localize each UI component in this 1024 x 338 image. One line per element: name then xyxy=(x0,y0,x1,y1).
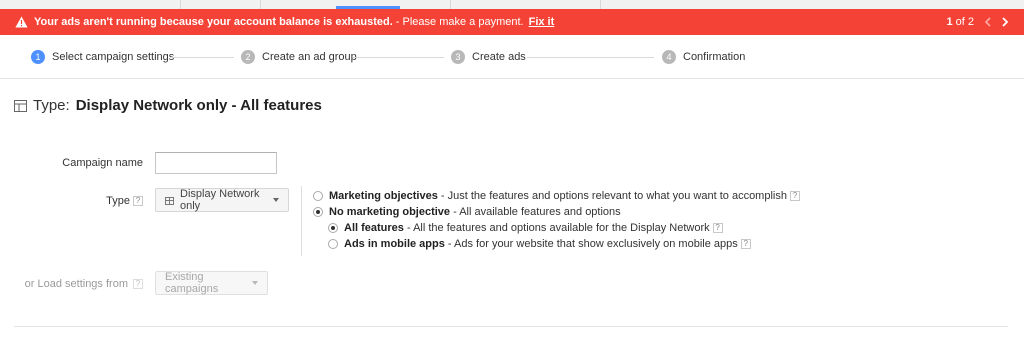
step-create-ads[interactable]: 3 Create ads xyxy=(451,49,526,65)
tab-divider xyxy=(600,0,601,9)
step-connector xyxy=(353,57,444,58)
account-alert-banner: Your ads aren't running because your acc… xyxy=(0,9,1024,35)
section-divider xyxy=(14,326,1008,327)
step-number: 2 xyxy=(241,50,255,64)
chevron-right-icon[interactable] xyxy=(1000,17,1010,27)
type-dropdown[interactable]: Display Network only xyxy=(155,188,289,212)
step-select-campaign-settings[interactable]: 1 Select campaign settings xyxy=(31,49,174,65)
campaign-name-input[interactable] xyxy=(155,152,277,174)
option-ads-in-mobile-apps[interactable]: Ads in mobile apps - Ads for your websit… xyxy=(328,238,751,250)
table-icon xyxy=(14,99,27,112)
alert-page-total: of 2 xyxy=(955,16,974,28)
help-icon[interactable]: ? xyxy=(740,239,751,249)
existing-campaigns-dropdown[interactable]: Existing campaigns xyxy=(155,271,268,295)
option-all-features[interactable]: All features - All the features and opti… xyxy=(328,222,723,234)
caret-down-icon xyxy=(252,281,258,285)
type-label: Type xyxy=(106,195,130,207)
title-label: Type: xyxy=(33,97,70,114)
radio-no-marketing-objective[interactable] xyxy=(313,207,323,217)
radio-ads-in-mobile-apps[interactable] xyxy=(328,239,338,249)
step-label: Create ads xyxy=(472,51,526,63)
option-desc: - All the features and options available… xyxy=(406,222,710,234)
alert-page-count: 1 of 2 xyxy=(946,16,974,28)
option-title: No marketing objective xyxy=(329,206,451,218)
step-create-ad-group[interactable]: 2 Create an ad group xyxy=(241,49,357,65)
option-no-marketing-objective[interactable]: No marketing objective - All available f… xyxy=(313,206,621,218)
campaign-steps: 1 Select campaign settings 2 Create an a… xyxy=(0,35,1024,79)
step-label: Confirmation xyxy=(683,51,746,63)
radio-all-features[interactable] xyxy=(328,223,338,233)
tab-divider xyxy=(450,0,451,9)
alert-message: - Please make a payment. xyxy=(395,16,524,28)
warning-triangle-icon xyxy=(14,16,28,29)
load-settings-label: or Load settings from xyxy=(24,278,128,290)
step-number: 3 xyxy=(451,50,465,64)
tab-divider xyxy=(180,0,181,9)
fix-it-link[interactable]: Fix it xyxy=(529,16,555,28)
caret-down-icon xyxy=(273,198,279,202)
alert-pager: 1 of 2 xyxy=(946,9,1010,35)
option-desc: - All available features and options xyxy=(453,206,621,218)
option-title: Marketing objectives xyxy=(329,190,438,202)
step-label: Select campaign settings xyxy=(52,51,175,63)
step-number: 1 xyxy=(31,50,45,64)
title-value: Display Network only - All features xyxy=(75,97,322,114)
tab-divider xyxy=(260,0,261,9)
campaign-name-label: Campaign name xyxy=(62,157,143,169)
top-tab-strip xyxy=(0,0,1024,9)
alert-page-current: 1 xyxy=(946,16,953,28)
step-connector xyxy=(527,57,654,58)
option-title: Ads in mobile apps xyxy=(344,238,445,250)
option-desc: - Ads for your website that show exclusi… xyxy=(447,238,738,250)
step-number: 4 xyxy=(662,50,676,64)
options-divider xyxy=(301,186,302,256)
existing-campaigns-value: Existing campaigns xyxy=(165,271,219,295)
option-desc: - Just the features and options relevant… xyxy=(440,190,787,202)
type-dropdown-value: Display Network only xyxy=(180,188,260,212)
step-connector xyxy=(170,57,234,58)
help-icon[interactable]: ? xyxy=(133,279,143,289)
option-marketing-objectives[interactable]: Marketing objectives - Just the features… xyxy=(313,190,800,202)
chevron-left-icon[interactable] xyxy=(982,17,992,27)
step-label: Create an ad group xyxy=(262,51,357,63)
page-title: Type: Display Network only - All feature… xyxy=(14,97,322,114)
grid-icon xyxy=(165,196,174,205)
alert-message-bold: Your ads aren't running because your acc… xyxy=(34,16,393,28)
option-title: All features xyxy=(344,222,404,234)
help-icon[interactable]: ? xyxy=(789,191,800,201)
help-icon[interactable]: ? xyxy=(712,223,723,233)
help-icon[interactable]: ? xyxy=(133,196,143,206)
step-confirmation[interactable]: 4 Confirmation xyxy=(662,49,745,65)
radio-marketing-objectives[interactable] xyxy=(313,191,323,201)
